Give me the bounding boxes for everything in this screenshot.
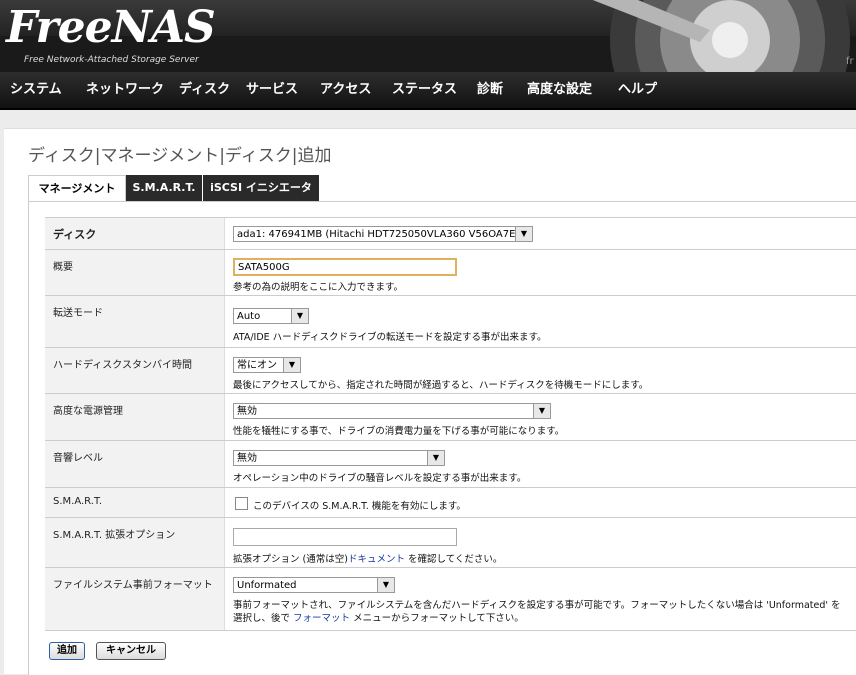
form-panel: ディスク ada1: 476941MB (Hitachi HDT725050VL… bbox=[28, 201, 856, 675]
standby-value: 常にオン bbox=[237, 360, 277, 371]
nav-status[interactable]: ステータス bbox=[392, 72, 457, 108]
tab-iscsi-initiator[interactable]: iSCSI イニシエータ bbox=[203, 175, 319, 201]
main-nav: システム ネットワーク ディスク サービス アクセス ステータス 診断 高度な設… bbox=[0, 72, 856, 110]
filesystem-help-suffix: メニューからフォーマットして下さい。 bbox=[350, 613, 524, 624]
acoustic-label: 音響レベル bbox=[45, 441, 225, 488]
smart-extra-help-suffix: を確認してください。 bbox=[404, 554, 503, 565]
header: FreeNAS Free Network-Attached Storage Se… bbox=[0, 0, 856, 72]
chevron-down-icon: ▼ bbox=[291, 309, 308, 323]
row-acoustic: 音響レベル 無効 ▼ オペレーション中のドライブの騒音レベルを設定する事が出来ま… bbox=[45, 440, 856, 488]
row-smart-extra: S.M.A.R.T. 拡張オプション 拡張オプション (通常は空)ドキュメント … bbox=[45, 517, 856, 568]
acoustic-help: オペレーション中のドライブの騒音レベルを設定する事が出来ます。 bbox=[233, 473, 527, 484]
standby-label: ハードディスクスタンバイ時間 bbox=[45, 348, 225, 394]
disk-select[interactable]: ada1: 476941MB (Hitachi HDT725050VLA360 … bbox=[233, 226, 533, 242]
apm-help: 性能を犠牲にする事で、ドライブの消費電力量を下げる事が可能になります。 bbox=[233, 426, 565, 437]
smart-extra-input[interactable] bbox=[233, 528, 457, 546]
row-standby: ハードディスクスタンバイ時間 常にオン ▼ 最後にアクセスしてから、指定された時… bbox=[45, 347, 856, 394]
filesystem-help-line2: 選択し、後で フォーマット メニューからフォーマットして下さい。 bbox=[233, 610, 524, 624]
filesystem-help-line1: 事前フォーマットされ、ファイルシステムを含んだハードディスクを設定する事が可能で… bbox=[233, 600, 841, 611]
logo-tagline: Free Network-Attached Storage Server bbox=[24, 55, 199, 65]
transfer-mode-help: ATA/IDE ハードディスクドライブの転送モードを設定する事が出来ます。 bbox=[233, 332, 547, 343]
standby-help: 最後にアクセスしてから、指定された時間が経過すると、ハードディスクを待機モードに… bbox=[233, 380, 649, 391]
nav-help[interactable]: ヘルプ bbox=[618, 72, 657, 108]
nav-advanced[interactable]: 高度な設定 bbox=[527, 72, 592, 108]
chevron-down-icon: ▼ bbox=[427, 451, 444, 465]
nav-network[interactable]: ネットワーク bbox=[86, 72, 164, 108]
documentation-link[interactable]: ドキュメント bbox=[348, 554, 405, 565]
cancel-button[interactable]: キャンセル bbox=[96, 642, 166, 660]
row-smart: S.M.A.R.T. このデバイスの S.M.A.R.T. 機能を有効にします。 bbox=[45, 487, 856, 518]
smart-checkbox[interactable] bbox=[235, 497, 248, 510]
content-area: ディスク|マネージメント|ディスク|追加 マネージメント S.M.A.R.T. … bbox=[4, 128, 856, 675]
add-button[interactable]: 追加 bbox=[49, 642, 85, 660]
chevron-down-icon: ▼ bbox=[515, 227, 532, 241]
row-description: 概要 参考の為の説明をここに入力できます。 bbox=[45, 249, 856, 296]
nav-diagnostics[interactable]: 診断 bbox=[477, 72, 503, 108]
chevron-down-icon: ▼ bbox=[533, 404, 550, 418]
page-title: ディスク|マネージメント|ディスク|追加 bbox=[28, 146, 332, 166]
apm-value: 無効 bbox=[237, 406, 257, 417]
acoustic-value: 無効 bbox=[237, 453, 257, 464]
description-help: 参考の為の説明をここに入力できます。 bbox=[233, 282, 404, 293]
description-input[interactable] bbox=[233, 258, 457, 276]
row-filesystem: ファイルシステム事前フォーマット Unformated ▼ 事前フォーマットされ… bbox=[45, 567, 856, 631]
tab-management[interactable]: マネージメント bbox=[28, 175, 126, 202]
nav-system[interactable]: システム bbox=[10, 72, 62, 108]
smart-checkbox-label[interactable]: このデバイスの S.M.A.R.T. 機能を有効にします。 bbox=[253, 498, 466, 512]
transfer-mode-label: 転送モード bbox=[45, 296, 225, 348]
chevron-down-icon: ▼ bbox=[283, 358, 300, 372]
smart-extra-help: 拡張オプション (通常は空)ドキュメント を確認してください。 bbox=[233, 551, 502, 565]
standby-select[interactable]: 常にオン ▼ bbox=[233, 357, 301, 373]
row-transfer-mode: 転送モード Auto ▼ ATA/IDE ハードディスクドライブの転送モードを設… bbox=[45, 295, 856, 348]
row-apm: 高度な電源管理 無効 ▼ 性能を犠牲にする事で、ドライブの消費電力量を下げる事が… bbox=[45, 393, 856, 441]
apm-select[interactable]: 無効 ▼ bbox=[233, 403, 551, 419]
filesystem-help-prefix: 選択し、後で bbox=[233, 613, 294, 624]
disk-label: ディスク bbox=[45, 218, 225, 250]
smart-extra-help-text: 拡張オプション (通常は空) bbox=[233, 554, 348, 565]
acoustic-select[interactable]: 無効 ▼ bbox=[233, 450, 445, 466]
transfer-mode-value: Auto bbox=[237, 311, 261, 322]
filesystem-label: ファイルシステム事前フォーマット bbox=[45, 568, 225, 630]
tab-smart[interactable]: S.M.A.R.T. bbox=[126, 175, 202, 201]
format-link[interactable]: フォーマット bbox=[293, 613, 350, 624]
hard-disk-image bbox=[592, 0, 850, 72]
filesystem-value: Unformated bbox=[237, 580, 297, 591]
smart-label: S.M.A.R.T. bbox=[45, 488, 225, 518]
apm-label: 高度な電源管理 bbox=[45, 394, 225, 441]
row-disk: ディスク ada1: 476941MB (Hitachi HDT725050VL… bbox=[45, 217, 856, 250]
smart-extra-label: S.M.A.R.T. 拡張オプション bbox=[45, 518, 225, 568]
nav-access[interactable]: アクセス bbox=[320, 72, 371, 108]
transfer-mode-select[interactable]: Auto ▼ bbox=[233, 308, 309, 324]
nav-disks[interactable]: ディスク bbox=[179, 72, 230, 108]
disk-select-value: ada1: 476941MB (Hitachi HDT725050VLA360 … bbox=[237, 229, 527, 240]
description-label: 概要 bbox=[45, 250, 225, 296]
freenas-logo[interactable]: FreeNAS bbox=[6, 2, 216, 54]
header-corner-text: fr bbox=[846, 56, 854, 67]
nav-services[interactable]: サービス bbox=[246, 72, 298, 108]
chevron-down-icon: ▼ bbox=[377, 578, 394, 592]
filesystem-select[interactable]: Unformated ▼ bbox=[233, 577, 395, 593]
